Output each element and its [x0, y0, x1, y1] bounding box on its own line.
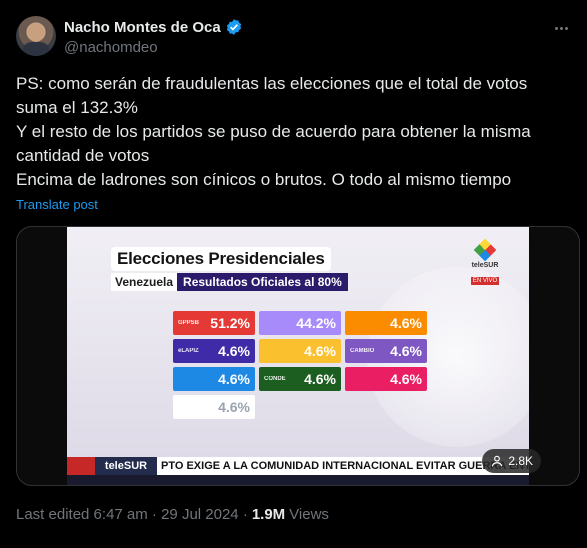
translate-post-link[interactable]: Translate post: [16, 197, 98, 212]
more-options-icon[interactable]: [551, 18, 571, 38]
tweet-media[interactable]: Elecciones Presidenciales Venezuela Resu…: [16, 226, 580, 486]
name-row: Nacho Montes de Oca: [64, 18, 243, 36]
views-person-icon: [492, 455, 503, 467]
broadcast-title: Elecciones Presidenciales Venezuela Resu…: [111, 247, 357, 291]
party-name: eLAPIZ: [178, 348, 199, 354]
video-views-badge[interactable]: 2.8K: [482, 449, 541, 473]
tweet-header: Nacho Montes de Oca @nachomdeo: [16, 16, 571, 60]
party-tile: 4.6%: [345, 311, 427, 335]
party-percent: 44.2%: [296, 315, 336, 331]
video-view-count: 2.8K: [508, 454, 533, 468]
party-tile: GPPSB 51.2%: [173, 311, 255, 335]
party-tile: CAMBIO 4.6%: [345, 339, 427, 363]
party-tile: eLAPIZ 4.6%: [173, 339, 255, 363]
telesur-logo-text: teleSUR: [471, 262, 499, 269]
party-tile: 44.2%: [259, 311, 341, 335]
party-tile: 4.6%: [345, 367, 427, 391]
party-percent: 4.6%: [304, 371, 336, 387]
party-percent: 4.6%: [218, 399, 250, 415]
avatar-shirt: [22, 42, 50, 56]
party-tile: 4.6%: [259, 339, 341, 363]
party-name: CAMBIO: [350, 348, 375, 354]
party-percent: 4.6%: [390, 343, 422, 359]
tweet-line: Encima de ladrones son cínicos o brutos.…: [16, 170, 512, 189]
party-percent: 4.6%: [218, 371, 250, 387]
author-block: Nacho Montes de Oca @nachomdeo: [64, 18, 243, 56]
party-tile: CONDE 4.6%: [259, 367, 341, 391]
tweet-text: PS: como serán de fraudulentas las elecc…: [16, 72, 571, 192]
broadcast-subtitle: Venezuela Resultados Oficiales al 80%: [111, 273, 357, 291]
news-ticker: teleSUR PTO EXIGE A LA COMUNIDAD INTERNA…: [67, 457, 529, 475]
party-tile: 4.6%: [173, 395, 255, 419]
telesur-logo-icon: [473, 238, 497, 262]
party-percent: 4.6%: [218, 343, 250, 359]
ticker-brand: teleSUR: [95, 457, 157, 475]
avatar[interactable]: [16, 16, 56, 56]
broadcast-result-label: Resultados Oficiales al 80%: [177, 273, 348, 291]
party-name: GPPSB: [178, 320, 200, 326]
tv-screenshot: Elecciones Presidenciales Venezuela Resu…: [67, 227, 529, 485]
ticker-accent: [67, 457, 95, 475]
views-count: 1.9M: [251, 506, 286, 523]
party-percent: 4.6%: [390, 371, 422, 387]
live-badge: EN VIVO: [470, 277, 500, 285]
telesur-logo: teleSUR EN VIVO: [467, 238, 503, 287]
party-name: CONDE: [264, 376, 286, 382]
edited-timestamp[interactable]: Last edited 6:47 am · 29 Jul 2024 ·: [16, 506, 248, 523]
tweet-line: Y el resto de los partidos se puso de ac…: [16, 122, 531, 165]
verified-badge-icon: [226, 19, 241, 35]
tweet-line: PS: como serán de fraudulentas las elecc…: [16, 74, 528, 117]
tweet-meta: Last edited 6:47 am · 29 Jul 2024 · 1.9M…: [16, 506, 329, 523]
views-label: Views: [289, 506, 329, 523]
author-handle[interactable]: @nachomdeo: [64, 39, 243, 56]
broadcast-title-main: Elecciones Presidenciales: [111, 247, 331, 271]
party-percent: 4.6%: [304, 343, 336, 359]
party-percent: 51.2%: [210, 315, 250, 331]
author-display-name[interactable]: Nacho Montes de Oca: [64, 19, 221, 36]
broadcast-country: Venezuela: [111, 273, 178, 291]
party-percent: 4.6%: [390, 315, 422, 331]
ticker-text: PTO EXIGE A LA COMUNIDAD INTERNACIONAL E…: [161, 460, 529, 472]
party-tile: 4.6%: [173, 367, 255, 391]
avatar-face: [28, 23, 44, 42]
ticker-bar: [67, 475, 529, 485]
